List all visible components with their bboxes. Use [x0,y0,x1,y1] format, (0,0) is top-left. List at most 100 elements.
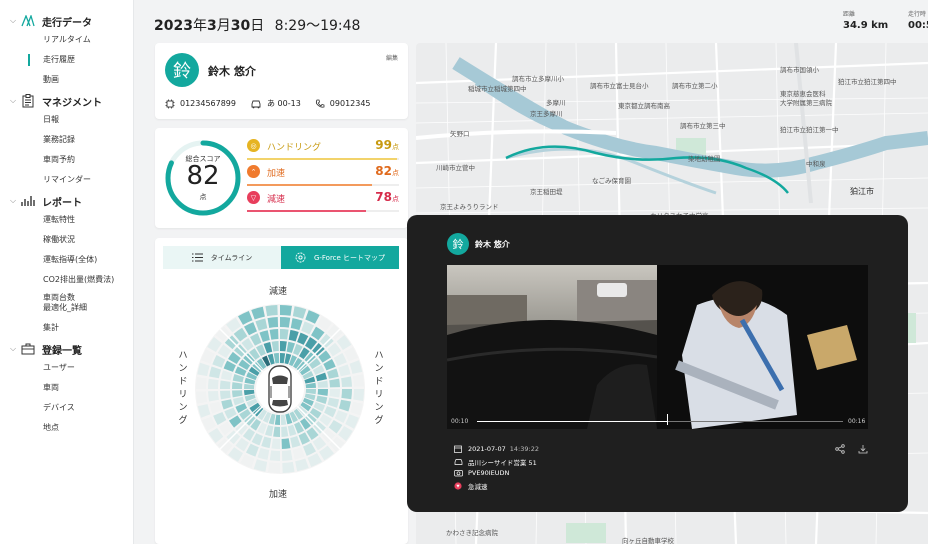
chip-icon [165,99,175,108]
tab-timeline[interactable]: タイムライン [163,246,281,269]
driving-data-icon [20,13,36,29]
map-place-label: 大学附属第三病院 [780,99,832,107]
score-row-acceleration: ⌃ 加速 82点 [247,164,399,190]
video-date: 2021-07-07 [468,445,506,453]
score-bar [247,210,399,212]
heatmap-label-handling-left: ハンドリング [178,351,188,426]
total-score-unit: 点 [199,193,207,201]
driver-name: 鈴木 悠介 [475,240,510,249]
sidebar-item-realtime[interactable]: リアルタイム [0,30,133,50]
sidebar-item-operation-status[interactable]: 稼働状況 [0,230,133,250]
heatmap-cell [281,450,293,461]
sidebar-item-driving-characteristics[interactable]: 運転特性 [0,210,133,230]
map-place-label: 京王よみうりランド [440,203,499,211]
edit-link[interactable]: 編集 [386,53,398,62]
plate-value: あ 00-13 [267,99,301,108]
map-place-label: 向ヶ丘自動車学校 [622,537,674,544]
heatmap-label-acceleration: 加速 [269,490,288,500]
sidebar-item-vehicles[interactable]: 車両 [0,378,133,398]
list-icon [191,253,203,262]
heatmap-label-deceleration: 減速 [269,287,288,297]
map-place-label: 調布市立多摩川小 [512,75,564,83]
map-place-label: 矢野口 [450,130,470,138]
sidebar-item-driving-guidance[interactable]: 運転指導(全体) [0,250,133,270]
share-icon[interactable] [835,439,845,458]
video-player[interactable] [447,265,868,429]
heatmap-cell [282,461,295,473]
heatmap-cell [208,390,219,402]
sidebar-item-vehicle-optimization[interactable]: 車両台数 最適化_詳細 [0,290,133,318]
page-title-date: 2023年3月30日 8:29〜19:48 [154,15,360,35]
driver-info-row: 01234567899 あ 00-13 09012345 [165,98,385,109]
score-breakdown: ◎ ハンドリング 99点 ⌃ 加速 82点 ▽ 減速 78点 [247,138,399,216]
sidebar-section-title: レポート [42,197,82,209]
clipboard-icon [20,93,36,109]
sidebar-item-users[interactable]: ユーザー [0,358,133,378]
video-progress-handle[interactable] [667,414,669,425]
score-value: 82点 [375,164,399,178]
map-place-label: 調布市国領小 [780,66,819,74]
heatmap-cell [280,329,289,340]
sidebar-section-registry[interactable]: ⌵ 登録一覧 [0,340,133,358]
download-icon[interactable] [858,439,868,458]
video-progress-track[interactable] [477,421,843,422]
heatmap-cell [341,389,352,400]
date-day: 30 [230,18,251,34]
sidebar-item-reminder[interactable]: リマインダー [0,170,133,190]
date-day-unit: 日 [250,18,265,34]
score-row-handling: ◎ ハンドリング 99点 [247,138,399,164]
sidebar-item-devices[interactable]: デバイス [0,398,133,418]
score-card: 総合スコア 82 点 ◎ ハンドリング 99点 ⌃ 加速 82点 ▽ 減速 78… [155,128,408,228]
map-place-label: 川崎市立菅中 [436,164,475,172]
sidebar-section-driving-data[interactable]: ⌵ 走行データ [0,12,133,30]
heatmap-cell [196,391,208,404]
heatmap-cell [341,376,352,388]
score-name: 加速 [267,169,286,179]
chevron-down-icon: ⌵ [10,96,17,105]
sidebar-section-title: マネジメント [42,97,102,109]
map-place-label: 狛江市立狛江第一中 [780,126,839,134]
sidebar-item-vehicle-reservation[interactable]: 車両予約 [0,150,133,170]
device-id: 01234567899 [165,99,236,109]
map-place-label: 調布市立第二小 [672,82,718,90]
sidebar-item-video[interactable]: 動画 [0,70,133,90]
steering-icon: ◎ [247,139,260,152]
page-header: 2023年3月30日 8:29〜19:48 距離 34.9 km 走行時 00:… [134,0,928,46]
score-value: 78点 [375,190,399,204]
heatmap-cell [280,305,292,316]
sidebar-section-report[interactable]: ⌵ レポート [0,192,133,210]
sidebar-item-label-sub: 最適化_詳細 [43,303,87,312]
sidebar-section-management[interactable]: ⌵ マネジメント [0,92,133,110]
heatmap-label-handling-right: ハンドリング [374,351,384,426]
tab-label: タイムライン [210,253,253,262]
date-month: 3 [206,18,217,34]
heatmap-cell [353,389,364,401]
heatmap-cell [267,317,279,328]
map-place-label: 京王多摩川 [530,110,563,118]
map-place-label: 中和泉 [806,160,826,168]
video-time-end: 00:16 [848,418,866,425]
sidebar-item-driving-history[interactable]: 走行履歴 [0,50,133,70]
score-name: ハンドリング [267,143,322,153]
sidebar-item-co2-emissions[interactable]: CO2排出量(燃費法) [0,270,133,290]
chevron-down-icon: ⌵ [10,16,17,25]
video-device: PVE90IEUDN [453,469,509,477]
tab-label: G-Force ヒートマップ [313,253,386,262]
stat-label: 走行時 [908,11,927,18]
sidebar-section-title: 登録一覧 [42,345,82,357]
sidebar-item-work-record[interactable]: 業務記録 [0,130,133,150]
sidebar-item-aggregate[interactable]: 集計 [0,318,133,338]
video-popup: 鈴 鈴木 悠介 00:10 00:16 2021-07-07 14:39:22 … [407,215,908,512]
score-bar [247,158,399,160]
sidebar-item-locations[interactable]: 地点 [0,418,133,438]
gforce-card: タイムライン G-Force ヒートマップ 減速 加速 ハンドリング ハンドリン… [155,238,408,544]
driver-profile-card: 鈴 鈴木 悠介 編集 01234567899 あ 00-13 09012345 [155,43,408,119]
sidebar-item-daily-report[interactable]: 日報 [0,110,133,130]
heatmap-cell [196,377,207,389]
date-year-unit: 年 [192,18,207,34]
heatmap-cell [271,438,280,449]
camera-icon [453,469,463,477]
video-progress-fill [477,421,668,422]
brake-icon: ▽ [247,191,260,204]
tab-gforce-heatmap[interactable]: G-Force ヒートマップ [281,246,399,269]
